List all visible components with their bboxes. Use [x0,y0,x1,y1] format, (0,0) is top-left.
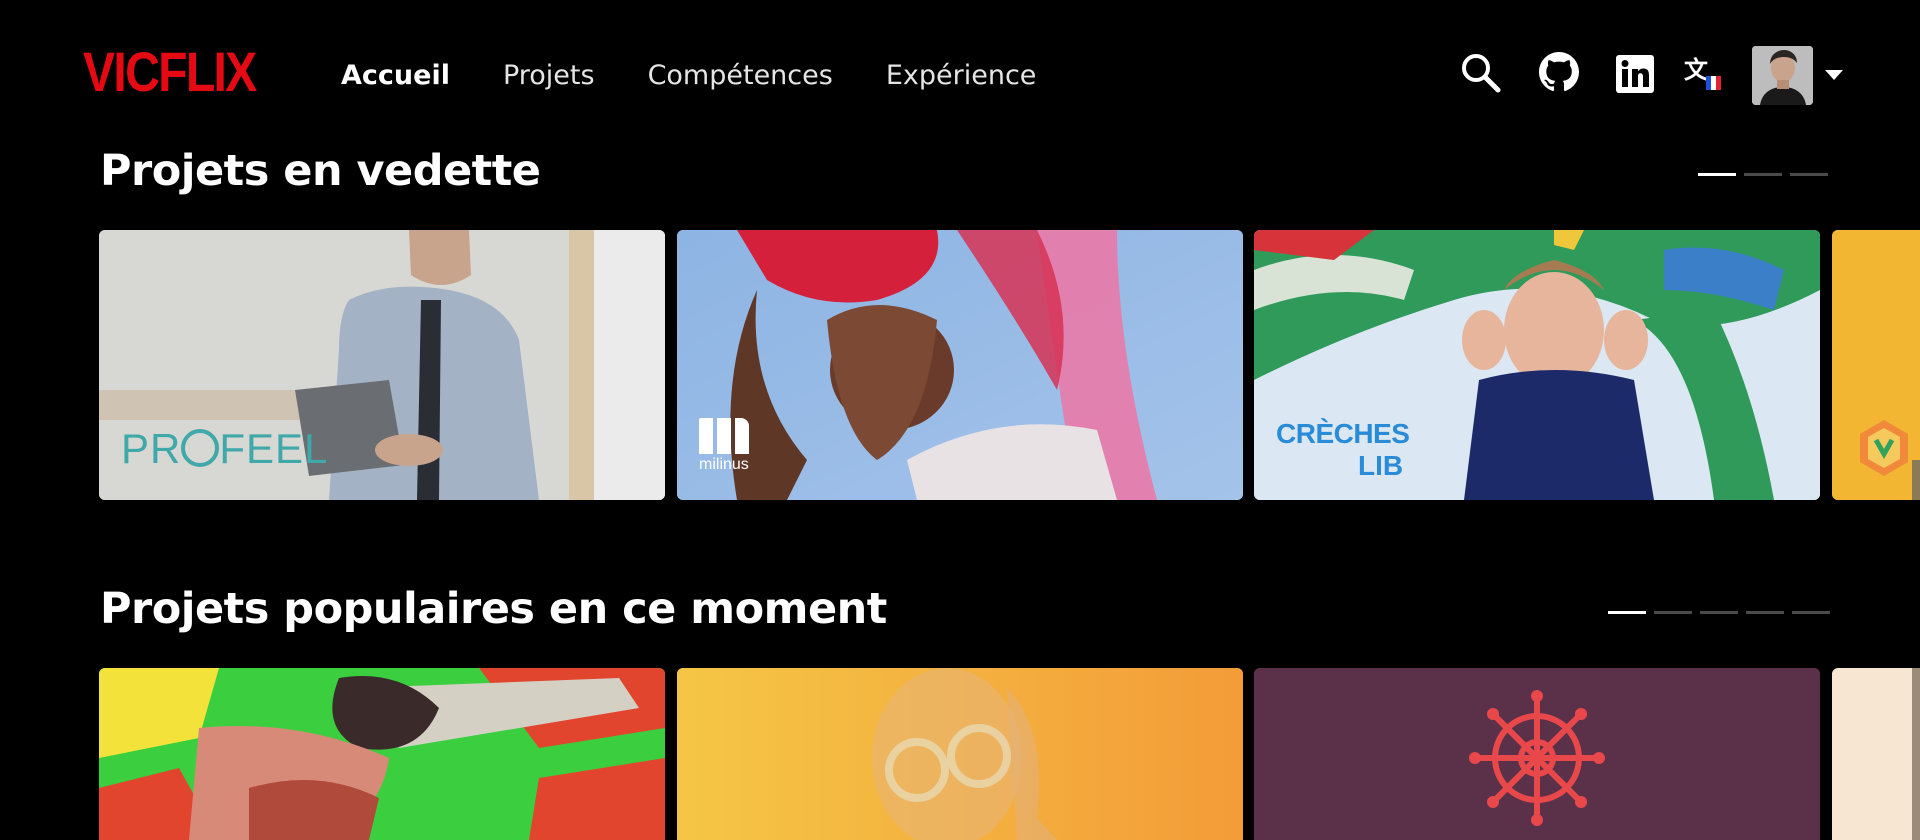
nav-competences[interactable]: Compétences [648,58,833,94]
row-title-featured: Projets en vedette [100,146,541,196]
main-nav: Accueil Projets Compétences Expérience [341,58,1089,94]
top-header: VICFLIX Accueil Projets Compétences Expé… [0,0,1920,150]
card-image [677,230,1243,500]
translate-icon[interactable]: 文 [1684,54,1726,98]
card-image [677,668,1243,840]
project-card[interactable] [99,668,665,840]
project-card[interactable]: CRÈCHES LIB [1254,230,1820,500]
search-icon[interactable] [1460,52,1502,94]
card-logo-milinus: milinus [699,418,749,474]
project-card[interactable]: PR FEEL [99,230,665,500]
nav-experience[interactable]: Expérience [886,58,1037,94]
avatar[interactable] [1752,46,1813,105]
card-logo-creches-lib: CRÈCHES LIB [1276,418,1410,481]
chevron-down-icon[interactable] [1825,70,1843,80]
pager-dot[interactable] [1744,173,1782,176]
nav-accueil[interactable]: Accueil [341,58,450,94]
pager-dot[interactable] [1608,611,1646,614]
card-label: milinus [699,456,749,473]
pager-dot[interactable] [1790,173,1828,176]
card-edge [1912,668,1920,840]
project-card[interactable] [1832,230,1920,500]
project-card[interactable] [1832,668,1920,840]
pager-dot[interactable] [1746,611,1784,614]
project-card[interactable] [1254,668,1820,840]
nav-projets[interactable]: Projets [503,58,595,94]
card-image [99,668,665,840]
card-logo-profeel: PR FEEL [121,425,329,472]
ship-wheel-icon [1254,668,1820,840]
row-pager-featured [1698,173,1828,176]
linkedin-icon[interactable] [1616,55,1654,93]
project-card[interactable]: milinus [677,230,1243,500]
pager-dot[interactable] [1792,611,1830,614]
row-title-popular: Projets populaires en ce moment [100,584,887,634]
svg-text:文: 文 [1684,56,1709,84]
card-image [1832,230,1920,500]
vicflix-logo[interactable]: VICFLIX [83,42,257,102]
row-pager-popular [1608,611,1830,614]
project-card[interactable] [677,668,1243,840]
pager-dot[interactable] [1700,611,1738,614]
pager-dot[interactable] [1698,173,1736,176]
github-icon[interactable] [1539,52,1579,92]
pager-dot[interactable] [1654,611,1692,614]
